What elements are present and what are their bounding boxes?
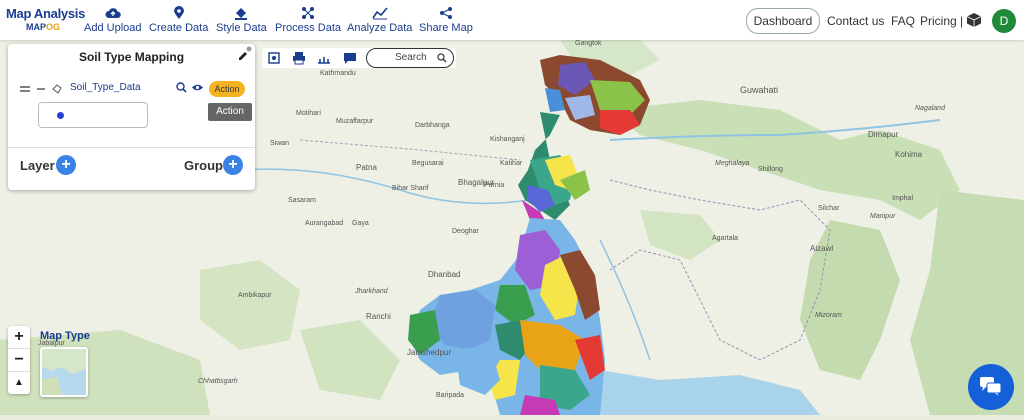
map-label: Manipur — [870, 213, 896, 220]
brand-logo[interactable]: Map Analysis MAPOG — [6, 6, 86, 32]
map-label: Gangtok — [575, 40, 602, 47]
map-label: Nagaland — [915, 105, 945, 112]
analyze-chart-icon — [372, 7, 388, 20]
map-label: Gaya — [352, 220, 369, 227]
map-type-label: Map Type — [40, 330, 90, 342]
cloud-upload-icon — [105, 8, 121, 18]
map-label: Silchar — [818, 205, 840, 212]
map-label: Jamshedpur — [407, 348, 452, 357]
paint-bucket-icon — [235, 8, 248, 20]
map-label: Jharkhand — [355, 288, 388, 295]
brand-title: Map Analysis — [6, 6, 86, 21]
process-data-button[interactable]: Process Data — [275, 6, 341, 34]
layer-name[interactable]: Soil_Type_Data — [70, 82, 141, 93]
cube-icon[interactable] — [966, 12, 982, 28]
zoom-to-layer-icon[interactable] — [176, 82, 187, 93]
search-placeholder: Search — [395, 52, 427, 63]
user-avatar[interactable]: D — [992, 9, 1016, 33]
map-label: Ambikapur — [238, 292, 272, 299]
map-label: Shillong — [758, 166, 783, 173]
panel-divider — [8, 147, 255, 148]
process-data-label: Process Data — [275, 22, 342, 34]
map-label: Siwan — [270, 140, 290, 147]
map-label: Motihari — [296, 110, 321, 117]
map-label: Ranchi — [366, 312, 391, 321]
visibility-eye-icon[interactable] — [191, 83, 204, 92]
style-data-label: Style Data — [216, 22, 267, 34]
map-label: Mizoram — [815, 312, 842, 319]
reset-north-button[interactable]: ▲ — [8, 372, 30, 394]
analyze-data-label: Analyze Data — [347, 22, 413, 34]
create-data-button[interactable]: Create Data — [149, 6, 208, 34]
map-label: Darbhanga — [415, 122, 450, 129]
action-button[interactable]: Action — [209, 81, 245, 97]
group-label: Group — [184, 158, 223, 173]
legend-symbol-box[interactable] — [38, 102, 148, 128]
polygon-layer-icon — [52, 84, 62, 94]
map-label: Dhanbad — [428, 270, 461, 279]
add-layer-button[interactable]: + — [56, 155, 76, 175]
zoom-out-button[interactable]: − — [8, 349, 30, 372]
measure-icon[interactable] — [317, 51, 331, 65]
map-label: Katihar — [500, 160, 523, 167]
comment-icon[interactable] — [343, 51, 357, 65]
map-label: Meghalaya — [715, 160, 750, 167]
drag-handle-icon[interactable] — [20, 85, 32, 93]
contact-us-link[interactable]: Contact us — [827, 14, 884, 28]
chat-widget-button[interactable] — [968, 364, 1014, 410]
map-label: Guwahati — [740, 85, 779, 95]
map-label: Bihar Sharif — [392, 185, 429, 192]
map-label: Purnia — [484, 182, 505, 189]
panel-resize-dot-icon[interactable] — [246, 46, 252, 52]
zoom-controls: + − ▲ — [8, 326, 30, 394]
map-label: Muzaffarpur — [336, 118, 374, 125]
map-label: Sasaram — [288, 197, 317, 204]
pricing-link[interactable]: Pricing | — [920, 14, 963, 28]
map-pin-icon — [173, 6, 184, 19]
faq-link[interactable]: FAQ — [891, 14, 915, 28]
style-data-button[interactable]: Style Data — [216, 6, 267, 34]
dashboard-button[interactable]: Dashboard — [746, 8, 820, 34]
map-label: Dimapur — [868, 130, 899, 139]
share-map-label: Share Map — [419, 22, 473, 34]
search-icon[interactable] — [437, 53, 447, 63]
add-group-button[interactable]: + — [223, 155, 243, 175]
map-label: Imphal — [892, 195, 914, 202]
map-label: Kohima — [895, 150, 923, 159]
legend-color-dot — [57, 112, 64, 119]
map-label: Kishanganj — [490, 136, 525, 143]
share-icon — [439, 7, 452, 19]
action-tooltip: Action — [208, 103, 252, 121]
project-title: Soil Type Mapping — [78, 50, 185, 64]
print-icon[interactable] — [292, 51, 306, 65]
satellite-thumbnail — [42, 349, 86, 395]
map-label: Aizawl — [810, 244, 834, 253]
collapse-minus-icon[interactable] — [36, 85, 46, 93]
chat-bubbles-icon — [980, 377, 1002, 396]
map-label: Aurangabad — [305, 220, 344, 227]
zoom-in-button[interactable]: + — [8, 326, 30, 349]
fit-extent-icon[interactable] — [267, 51, 281, 65]
map-label: Deoghar — [452, 228, 479, 235]
map-type-switcher[interactable] — [40, 347, 88, 397]
map-label: Agartala — [712, 235, 739, 242]
map-toolbar: Search — [262, 48, 456, 68]
map-label: Begusarai — [412, 160, 444, 167]
share-map-button[interactable]: Share Map — [419, 6, 473, 34]
map-label: Baripada — [436, 392, 465, 399]
map-label: Kathmandu — [320, 70, 356, 77]
create-data-label: Create Data — [149, 22, 209, 34]
top-navbar: Map Analysis MAPOG Add Upload Create Dat… — [0, 0, 1024, 40]
brand-subtitle: MAPOG — [26, 22, 61, 32]
layer-label: Layer — [20, 158, 55, 173]
map-label: Chhattisgarh — [198, 378, 238, 385]
add-upload-button[interactable]: Add Upload — [84, 6, 142, 34]
map-label: Patna — [356, 163, 377, 172]
map-search-input[interactable]: Search — [366, 48, 454, 68]
analyze-data-button[interactable]: Analyze Data — [347, 6, 412, 34]
process-nodes-icon — [302, 7, 315, 19]
add-upload-label: Add Upload — [84, 22, 142, 34]
